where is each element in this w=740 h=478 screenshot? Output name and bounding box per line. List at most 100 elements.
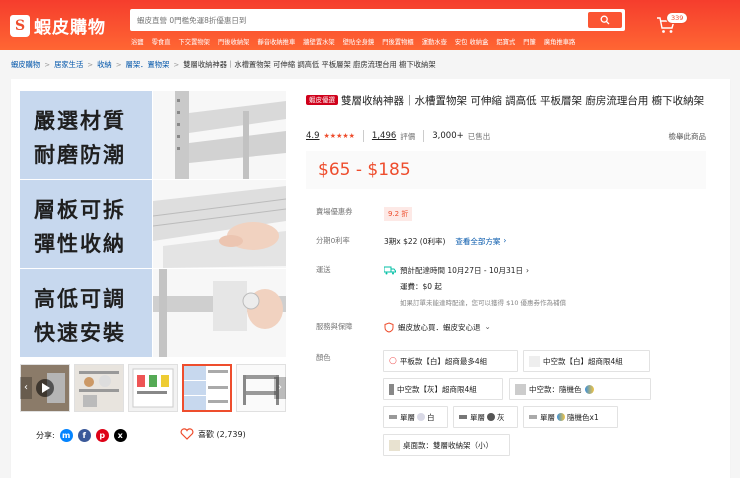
- thumbnail-strip: ‹ ›: [20, 364, 286, 412]
- quick-link[interactable]: 安包 收納盒: [455, 37, 489, 46]
- search-icon: [600, 15, 610, 25]
- quick-link[interactable]: 零食直: [152, 37, 171, 46]
- voucher-chip[interactable]: 9.2 折: [384, 207, 413, 221]
- quick-link[interactable]: 門後收納架: [218, 37, 249, 46]
- facebook-icon[interactable]: f: [77, 429, 91, 442]
- white-swatch-icon: [417, 413, 425, 421]
- divider: [423, 130, 425, 142]
- chevron-right-icon: >: [115, 61, 122, 69]
- variant-label: 單層: [470, 412, 485, 422]
- quick-link[interactable]: 運動水壺: [422, 37, 447, 46]
- pinterest-icon[interactable]: p: [95, 429, 109, 442]
- shopee-logo[interactable]: S 蝦皮購物: [10, 13, 106, 38]
- product-title: 蝦皮優選 雙層收納神器｜水槽置物架 可伸縮 調高低 平板層架 廚房流理台用 櫥下收…: [306, 94, 706, 110]
- quick-link[interactable]: 廣角推車路: [544, 37, 575, 46]
- shipping-details: 預計配達時間 10月27日 - 10月31日 › 運費：$0 起 如果訂單未能達…: [384, 265, 566, 307]
- reviews-count[interactable]: 1,496: [372, 131, 396, 141]
- variant-thumb: [515, 383, 526, 395]
- variant-option[interactable]: 單層 隨機色x1: [523, 406, 618, 428]
- quick-link[interactable]: 下交置物架: [178, 37, 209, 46]
- messenger-icon[interactable]: m: [59, 429, 73, 442]
- shipping-row: 運送 預計配達時間 10月27日 - 10月31日 › 運費：$0 起 如果訂單…: [316, 265, 566, 307]
- variant-option[interactable]: 中空款：隨機色: [509, 378, 651, 400]
- heart-icon: [180, 428, 194, 440]
- breadcrumb-home[interactable]: 蝦皮購物: [11, 60, 40, 70]
- search-bar: [130, 9, 625, 31]
- variant-thumb: [529, 415, 537, 419]
- variant-option[interactable]: 桌面款：雙層收納架（小）: [383, 434, 510, 456]
- installment-row: 分期0利率 3期x $22 (0利率) 查看全部方案 ›: [316, 236, 506, 247]
- quick-link[interactable]: 牆壁置水架: [303, 37, 334, 46]
- breadcrumb-home-living[interactable]: 居家生活: [54, 60, 83, 70]
- chevron-right-icon: ›: [526, 266, 530, 275]
- variant-option[interactable]: 中空款【灰】超商限4組: [383, 378, 503, 400]
- quick-link[interactable]: 浴鹽: [131, 37, 144, 46]
- report-link[interactable]: 檢舉此商品: [669, 131, 707, 142]
- voucher-label: 賣場優惠券: [316, 207, 353, 216]
- thumbnail-fridge-image: [129, 365, 177, 411]
- product-stats: 4.9 ★★★★★ 1,496 評價 3,000+ 已售出 檢舉此商品: [306, 130, 706, 142]
- price-range: $65 - $185: [318, 160, 411, 180]
- quick-link[interactable]: 靜音收納推車: [257, 37, 295, 46]
- reviews-label: 評價: [400, 131, 416, 141]
- voucher-row: 賣場優惠券 9.2 折: [316, 207, 413, 221]
- thumbnail-prev-arrow[interactable]: ‹: [20, 377, 32, 399]
- variant-thumb: [389, 415, 397, 419]
- rating-value[interactable]: 4.9: [306, 131, 320, 141]
- color-label: 顏色: [316, 353, 331, 362]
- product-main-image[interactable]: 嚴選材質 耐磨防潮 層板可拆 彈性收納 高低可調 快速安裝: [20, 91, 286, 357]
- like-button[interactable]: 喜歡 (2,739): [180, 428, 246, 440]
- variant-color: 隨機色x1: [567, 412, 599, 422]
- shelf-photo: [153, 91, 286, 357]
- variant-thumb: [529, 355, 540, 367]
- variant-option[interactable]: 單層 灰: [453, 406, 518, 428]
- feature-text: 彈性收納: [34, 232, 126, 256]
- product-info: 蝦皮優選 雙層收納神器｜水槽置物架 可伸縮 調高低 平板層架 廚房流理台用 櫥下收…: [306, 94, 706, 362]
- guarantee-label: 服務與保障: [316, 322, 353, 331]
- random-color-icon: [557, 413, 565, 421]
- quick-search-links: 浴鹽 零食直 下交置物架 門後收納架 靜音收納推車 牆壁置水架 壁貼全身鏡 門後…: [131, 37, 575, 46]
- shipping-guarantee-note: 如果訂單未能達時配達，您可以獲得 $10 優惠券作為補償: [400, 299, 567, 307]
- variant-option[interactable]: 單層 白: [383, 406, 448, 428]
- quick-link[interactable]: 鋁寶式: [496, 37, 515, 46]
- feature-panel: 層板可拆 彈性收納: [20, 180, 152, 268]
- breadcrumb-shelves[interactable]: 層架．置物架: [126, 60, 170, 70]
- guarantee-value[interactable]: 蝦皮放心買．蝦皮安心退: [398, 322, 481, 333]
- chevron-down-icon: ⌄: [484, 322, 491, 331]
- thumbnail-image-selected[interactable]: [182, 364, 232, 412]
- share-label: 分享:: [36, 431, 55, 440]
- variant-option[interactable]: ○ 平板款【白】超商最多4組: [383, 350, 518, 372]
- thumbnail-image[interactable]: [128, 364, 178, 412]
- shipping-eta[interactable]: 預計配達時間 10月27日 - 10月31日: [400, 265, 523, 276]
- brand-name: 蝦皮購物: [34, 18, 106, 38]
- search-input[interactable]: [133, 12, 583, 28]
- thumbnail-next-arrow[interactable]: ›: [274, 377, 286, 399]
- breadcrumb: 蝦皮購物 > 居家生活 > 收納 > 層架．置物架 > 雙層收納神器｜水槽置物架…: [11, 60, 436, 70]
- installment-value: 3期x $22 (0利率): [384, 237, 446, 246]
- installment-link[interactable]: 查看全部方案: [455, 236, 500, 247]
- header: S 蝦皮購物 浴鹽 零食直 下交置物架 門後收納架 靜音收納推車 牆壁置水架 壁…: [0, 0, 740, 50]
- installment-label: 分期0利率: [316, 236, 350, 245]
- price-section: $65 - $185: [306, 151, 706, 189]
- thumbnail-image[interactable]: [74, 364, 124, 412]
- feature-text: 快速安裝: [34, 321, 126, 345]
- breadcrumb-storage[interactable]: 收納: [97, 60, 112, 70]
- feature-text: 耐磨防潮: [34, 143, 126, 167]
- quick-link[interactable]: 門後置物櫃: [382, 37, 413, 46]
- quick-link[interactable]: 門簾: [523, 37, 536, 46]
- rating-stars-icon: ★★★★★: [323, 132, 355, 140]
- ring-swatch-icon: ○: [389, 356, 397, 366]
- thumbnail-kitchen-image: [75, 365, 123, 411]
- quick-link[interactable]: 壁貼全身鏡: [343, 37, 374, 46]
- chevron-right-icon: ›: [503, 236, 507, 245]
- breadcrumb-current: 雙層收納神器｜水槽置物架 可伸縮 調高低 平板層架 廚房流理台用 櫥下收納架: [183, 60, 436, 69]
- random-color-icon: [584, 384, 594, 394]
- variant-label: 中空款【白】超商限4組: [543, 356, 623, 366]
- search-button[interactable]: [588, 12, 622, 28]
- variant-option[interactable]: 中空款【白】超商限4組: [523, 350, 650, 372]
- x-twitter-icon[interactable]: x: [113, 429, 127, 442]
- product-title-text: 雙層收納神器｜水槽置物架 可伸縮 調高低 平板層架 廚房流理台用 櫥下收納架: [341, 95, 705, 107]
- divider: [362, 130, 364, 142]
- variant-thumb: [459, 415, 467, 419]
- truck-icon: [384, 266, 396, 275]
